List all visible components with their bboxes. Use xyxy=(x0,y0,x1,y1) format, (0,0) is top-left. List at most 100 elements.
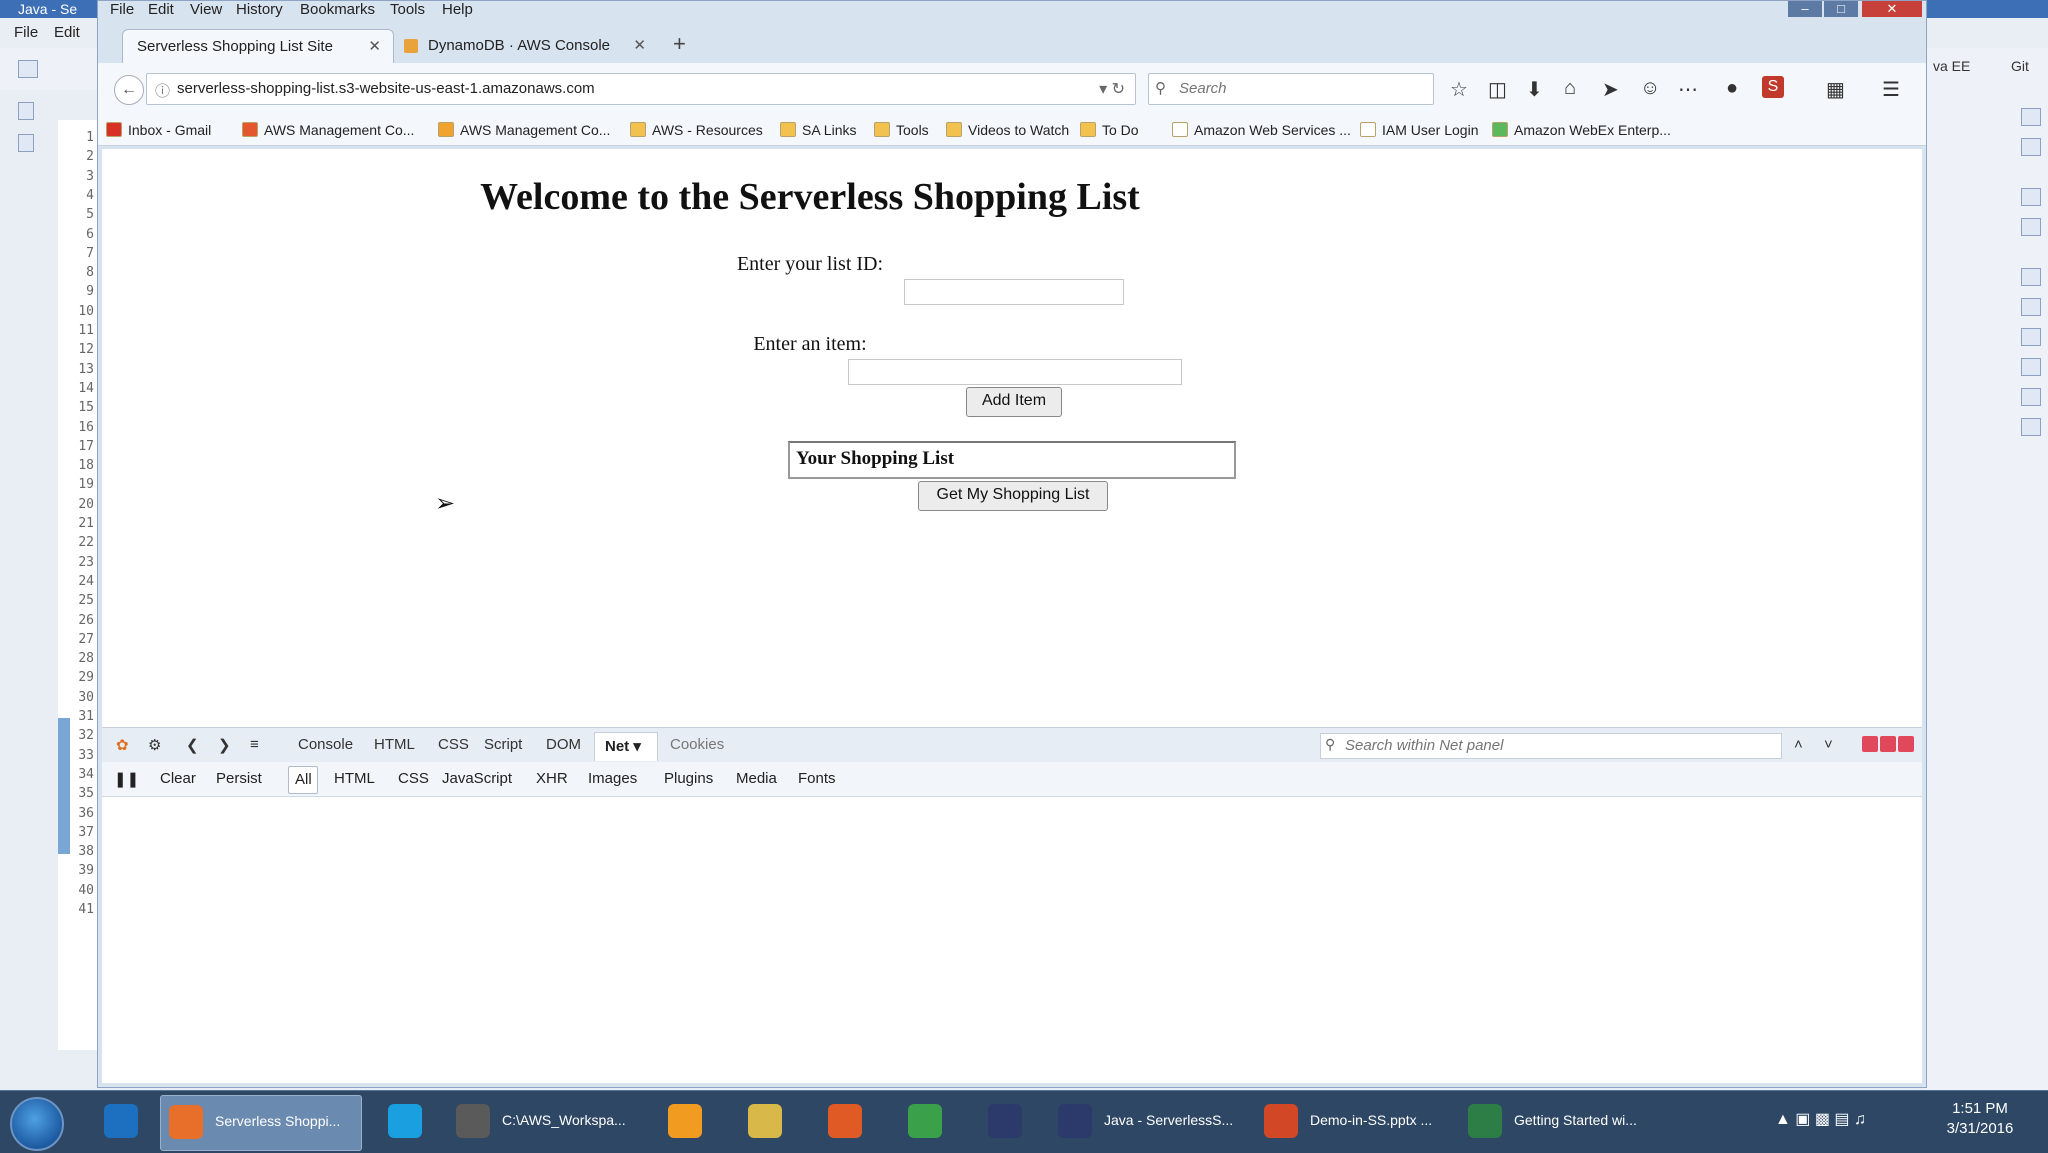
add-item-button[interactable]: Add Item xyxy=(966,387,1062,417)
view-icon[interactable] xyxy=(2021,218,2041,236)
filter-fonts[interactable]: Fonts xyxy=(798,770,836,787)
send-icon[interactable]: ➤ xyxy=(1602,77,1619,102)
inspect-icon[interactable]: ⚙ xyxy=(148,736,161,754)
chevron-up-icon[interactable]: ˄ xyxy=(1794,736,1803,753)
filter-images[interactable]: Images xyxy=(588,770,637,787)
menu-help[interactable]: Help xyxy=(442,1,473,18)
pause-icon[interactable]: ❚❚ xyxy=(114,770,139,788)
package-explorer-icon[interactable] xyxy=(18,102,34,120)
net-search-box[interactable]: ⚲ xyxy=(1320,733,1782,759)
clipboard-icon[interactable]: ◫ xyxy=(1488,77,1507,102)
taskbar-item[interactable]: Getting Started wi... xyxy=(1460,1095,1660,1149)
close-firebug-icon[interactable] xyxy=(1898,736,1914,752)
start-button-icon[interactable] xyxy=(10,1097,64,1151)
list-id-input[interactable] xyxy=(904,279,1124,305)
system-clock[interactable]: 1:51 PM 3/31/2016 xyxy=(1940,1099,2020,1139)
taskbar-item[interactable]: Serverless Shoppi... xyxy=(160,1095,362,1151)
tab-script[interactable]: Script xyxy=(484,736,522,753)
close-icon[interactable]: ✕ xyxy=(1862,1,1922,17)
menu-history[interactable]: History xyxy=(236,1,283,18)
taskbar-item[interactable] xyxy=(900,1095,956,1149)
tab-dynamodb-console[interactable]: DynamoDB · AWS Console ✕ xyxy=(398,29,658,63)
overflow-icon[interactable]: ⋯ xyxy=(1678,77,1698,102)
view-icon[interactable] xyxy=(2021,328,2041,346)
menu-view[interactable]: View xyxy=(190,1,222,18)
bookmark-item[interactable]: To Do xyxy=(1080,122,1139,138)
view-icon[interactable] xyxy=(2021,108,2041,126)
bookmark-item[interactable]: Amazon WebEx Enterp... xyxy=(1492,122,1671,138)
taskbar-item[interactable] xyxy=(380,1095,436,1149)
address-bar[interactable]: ⓘ serverless-shopping-list.s3-website-us… xyxy=(146,73,1136,105)
git-perspective[interactable]: Git xyxy=(2011,58,2029,74)
firebug-icon[interactable]: ● xyxy=(1726,77,1738,100)
filter-plugins[interactable]: Plugins xyxy=(664,770,713,787)
new-file-icon[interactable] xyxy=(18,60,38,78)
keyboard-icon[interactable]: ▦ xyxy=(1826,77,1845,102)
forward-arrow-icon[interactable]: ❯ xyxy=(218,736,231,754)
search-box[interactable]: ⚲ xyxy=(1148,73,1434,105)
taskbar-item[interactable] xyxy=(660,1095,716,1149)
tab-html[interactable]: HTML xyxy=(374,736,415,753)
download-icon[interactable]: ⬇ xyxy=(1526,77,1543,102)
view-icon[interactable] xyxy=(2021,418,2041,436)
view-icon[interactable] xyxy=(2021,268,2041,286)
bookmark-item[interactable]: IAM User Login xyxy=(1360,122,1478,138)
ide-menu-edit[interactable]: Edit xyxy=(54,24,80,41)
view-icon[interactable] xyxy=(2021,188,2041,206)
menu-file[interactable]: File xyxy=(110,1,134,18)
get-shopping-list-button[interactable]: Get My Shopping List xyxy=(918,481,1108,511)
view-icon[interactable] xyxy=(2021,358,2041,376)
bookmark-item[interactable]: Tools xyxy=(874,122,929,138)
menu-edit[interactable]: Edit xyxy=(148,1,174,18)
taskbar-item[interactable] xyxy=(980,1095,1036,1149)
system-tray-icons[interactable]: ▲ ▣ ▩ ▤ ♫ xyxy=(1775,1109,1866,1129)
new-tab-button[interactable]: + xyxy=(673,31,686,57)
home-icon[interactable]: ⌂ xyxy=(1564,77,1576,100)
s-extension-icon[interactable]: S xyxy=(1762,76,1784,98)
net-search-input[interactable] xyxy=(1343,736,1777,755)
command-line-icon[interactable]: ≡ xyxy=(250,736,259,753)
hamburger-menu-icon[interactable]: ☰ xyxy=(1882,77,1900,102)
filter-xhr[interactable]: XHR xyxy=(536,770,568,787)
firebug-bug-icon[interactable]: ✿ xyxy=(116,736,129,754)
filter-html[interactable]: HTML xyxy=(334,770,375,787)
menu-tools[interactable]: Tools xyxy=(390,1,425,18)
bookmark-item[interactable]: Amazon Web Services ... xyxy=(1172,122,1351,138)
close-tab-icon[interactable]: ✕ xyxy=(368,37,381,55)
search-input[interactable] xyxy=(1177,79,1421,98)
bookmark-item[interactable]: AWS Management Co... xyxy=(242,122,414,138)
back-arrow-icon[interactable]: ❮ xyxy=(186,736,199,754)
taskbar-item[interactable] xyxy=(740,1095,796,1149)
taskbar-item[interactable] xyxy=(96,1095,152,1149)
outline-icon[interactable] xyxy=(18,134,34,152)
reload-icon[interactable]: ▾ ↻ xyxy=(1099,79,1125,99)
smiley-icon[interactable]: ☺ xyxy=(1640,77,1660,100)
minimize-icon[interactable]: – xyxy=(1788,1,1822,17)
close-tab-icon[interactable]: ✕ xyxy=(633,36,646,54)
back-icon[interactable]: ← xyxy=(114,75,144,105)
tab-cookies[interactable]: Cookies xyxy=(670,736,724,753)
chevron-down-icon[interactable]: ˅ xyxy=(1824,736,1833,753)
bookmark-star-icon[interactable]: ☆ xyxy=(1450,77,1468,102)
tab-dom[interactable]: DOM xyxy=(546,736,581,753)
clear-button[interactable]: Clear xyxy=(160,770,196,787)
taskbar-item[interactable]: Java - ServerlessS... xyxy=(1050,1095,1240,1149)
filter-javascript[interactable]: JavaScript xyxy=(442,770,512,787)
tab-css[interactable]: CSS xyxy=(438,736,469,753)
filter-css[interactable]: CSS xyxy=(398,770,429,787)
bookmark-item[interactable]: AWS - Resources xyxy=(630,122,763,138)
java-ee-perspective[interactable]: va EE xyxy=(1933,58,1970,74)
view-icon[interactable] xyxy=(2021,388,2041,406)
bookmark-item[interactable]: AWS Management Co... xyxy=(438,122,610,138)
persist-button[interactable]: Persist xyxy=(216,770,262,787)
taskbar-item[interactable]: C:\AWS_Workspa... xyxy=(448,1095,638,1149)
bookmark-item[interactable]: SA Links xyxy=(780,122,856,138)
site-identity-icon[interactable]: ⓘ xyxy=(155,80,170,101)
view-icon[interactable] xyxy=(2021,298,2041,316)
tab-serverless-shopping-list[interactable]: Serverless Shopping List Site ✕ xyxy=(122,29,394,64)
item-input[interactable] xyxy=(848,359,1182,385)
menu-bookmarks[interactable]: Bookmarks xyxy=(300,1,375,18)
detach-firebug-icon[interactable] xyxy=(1880,736,1896,752)
taskbar-item[interactable]: Demo-in-SS.pptx ... xyxy=(1256,1095,1446,1149)
bookmark-item[interactable]: Videos to Watch xyxy=(946,122,1069,138)
